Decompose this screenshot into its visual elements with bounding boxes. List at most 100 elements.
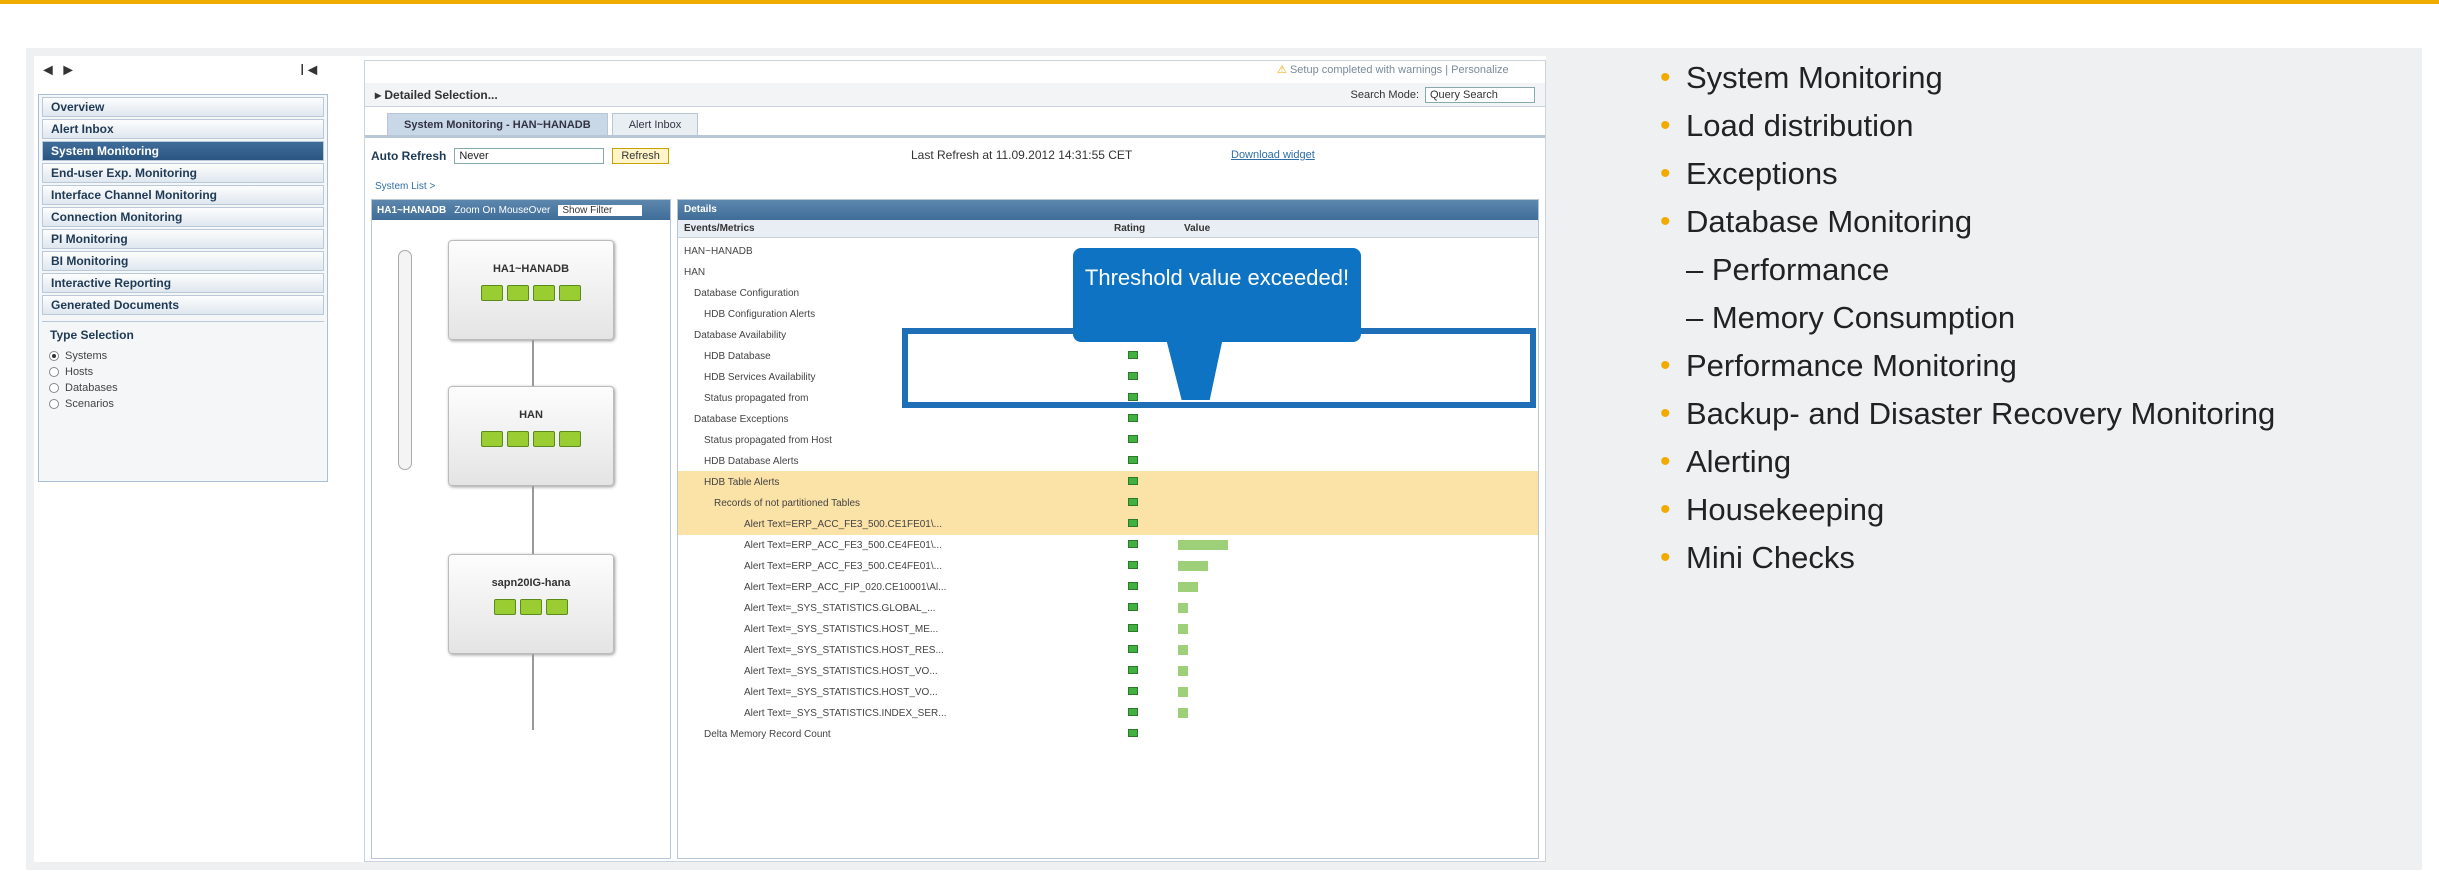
radio-icon[interactable]	[49, 351, 59, 361]
row-label: Delta Memory Record Count	[704, 728, 831, 740]
diagram-header: HA1~HANADB Zoom On MouseOver Show Filter	[372, 200, 670, 220]
tab-bar: System Monitoring - HAN~HANADB Alert Inbo…	[387, 113, 699, 135]
sidebar-item[interactable]: End-user Exp. Monitoring	[42, 163, 324, 183]
sidebar-item[interactable]: Generated Documents	[42, 295, 324, 315]
refresh-button[interactable]: Refresh	[612, 148, 669, 164]
table-row[interactable]: Alert Text=_SYS_STATISTICS.INDEX_SER...	[678, 702, 1538, 724]
rating-icon	[1128, 707, 1138, 716]
rating-cell	[1108, 560, 1178, 572]
bullet-icon: •	[1660, 397, 1671, 430]
table-row[interactable]: Alert Text=_SYS_STATISTICS.HOST_ME...	[678, 618, 1538, 640]
toolbar: Auto Refresh Never Refresh Last Refresh …	[371, 145, 1541, 167]
sidebar-item[interactable]: Alert Inbox	[42, 119, 324, 139]
sidebar-item[interactable]: PI Monitoring	[42, 229, 324, 249]
bullet-item: • Performance Monitoring	[1660, 348, 2420, 384]
node-sapn20ig-hana[interactable]: sapn20IG-hana	[448, 554, 614, 654]
table-row[interactable]: Alert Text=_SYS_STATISTICS.HOST_VO...	[678, 660, 1538, 682]
type-option[interactable]: Scenarios	[39, 396, 327, 412]
table-row[interactable]: Database Exceptions	[678, 408, 1538, 430]
sidebar-item[interactable]: Connection Monitoring	[42, 207, 324, 227]
search-mode-select[interactable]: Query Search	[1425, 87, 1535, 103]
row-label: Alert Text=ERP_ACC_FIP_020.CE10001\Al...	[744, 581, 947, 593]
rating-icon	[1128, 539, 1138, 548]
sidebar-item[interactable]: Interactive Reporting	[42, 273, 324, 293]
table-row[interactable]: Alert Text=ERP_ACC_FE3_500.CE4FE01\...	[678, 534, 1538, 556]
radio-icon[interactable]	[49, 399, 59, 409]
radio-icon[interactable]	[49, 367, 59, 377]
type-option[interactable]: Systems	[39, 348, 327, 364]
rating-icon	[1128, 518, 1138, 527]
rating-cell	[1108, 665, 1178, 677]
row-label: Alert Text=ERP_ACC_FE3_500.CE4FE01\...	[744, 560, 942, 572]
value-bar	[1178, 561, 1208, 571]
bullet-item: – Performance	[1660, 252, 2420, 288]
bullet-icon: •	[1660, 205, 1671, 238]
zoom-slider[interactable]	[398, 250, 412, 470]
node-ha1-hanadb[interactable]: HA1~HANADB	[448, 240, 614, 340]
table-row[interactable]: HDB Table Alerts	[678, 471, 1538, 493]
table-row[interactable]: Status propagated from Host	[678, 429, 1538, 451]
option-label: Scenarios	[65, 398, 114, 410]
bullet-icon: •	[1660, 349, 1671, 382]
threshold-callout: Threshold value exceeded!	[1073, 248, 1361, 342]
rating-icon	[1128, 665, 1138, 674]
collapse-icon[interactable]: I◄	[300, 62, 320, 80]
table-row[interactable]: Alert Text=ERP_ACC_FE3_500.CE1FE01\...	[678, 513, 1538, 535]
feature-list: • System Monitoring • Load distribution • Exc…	[1660, 60, 2420, 588]
auto-refresh-select[interactable]: Never	[454, 148, 605, 164]
bullet-text: Performance Monitoring	[1686, 348, 2017, 383]
connector-line	[532, 300, 534, 730]
value-bar	[1178, 687, 1188, 697]
zoom-toggle[interactable]: Zoom On MouseOver	[454, 205, 550, 216]
col-events: Events/Metrics	[684, 223, 755, 234]
node-han[interactable]: HAN	[448, 386, 614, 486]
sidebar: Overview Alert Inbox System Monitoring End-…	[38, 94, 328, 482]
search-mode-label: Search Mode:	[1350, 89, 1419, 101]
type-option[interactable]: Databases	[39, 380, 327, 396]
row-label: Alert Text=_SYS_STATISTICS.HOST_VO...	[744, 665, 938, 677]
rating-cell	[1108, 602, 1178, 614]
radio-icon[interactable]	[49, 383, 59, 393]
table-row[interactable]: HDB Database Alerts	[678, 450, 1538, 472]
bullet-item: • Housekeeping	[1660, 492, 2420, 528]
row-label: HDB Table Alerts	[704, 476, 780, 488]
value-bar	[1178, 624, 1188, 634]
breadcrumb[interactable]: System List >	[375, 181, 435, 192]
show-filter-select[interactable]: Show Filter	[558, 204, 643, 216]
sidebar-item[interactable]: Interface Channel Monitoring	[42, 185, 324, 205]
bullet-text: Exceptions	[1686, 156, 1838, 191]
table-row[interactable]: Alert Text=ERP_ACC_FIP_020.CE10001\Al...	[678, 576, 1538, 598]
rating-icon	[1128, 560, 1138, 569]
bullet-text: Database Monitoring	[1686, 204, 1973, 239]
table-row[interactable]: Delta Memory Record Count	[678, 723, 1538, 745]
rating-icon	[1128, 602, 1138, 611]
personalize-link[interactable]: Personalize	[1451, 64, 1508, 76]
type-option[interactable]: Hosts	[39, 364, 327, 380]
table-row[interactable]: Alert Text=_SYS_STATISTICS.HOST_RES...	[678, 639, 1538, 661]
table-row[interactable]: Alert Text=ERP_ACC_FE3_500.CE4FE01\...	[678, 555, 1538, 577]
table-row[interactable]: Alert Text=_SYS_STATISTICS.HOST_VO...	[678, 681, 1538, 703]
value-cell	[1178, 603, 1538, 613]
value-bar	[1178, 666, 1188, 676]
sidebar-item[interactable]: BI Monitoring	[42, 251, 324, 271]
bullet-icon: •	[1660, 61, 1671, 94]
bullet-icon: •	[1660, 541, 1671, 574]
download-widget-link[interactable]: Download widget	[1231, 149, 1315, 161]
bullet-text: Alerting	[1686, 444, 1792, 479]
top-accent-line	[0, 0, 2439, 4]
bullet-text: Load distribution	[1686, 108, 1914, 143]
table-row[interactable]: Records of not partitioned Tables	[678, 492, 1538, 514]
tab[interactable]: System Monitoring - HAN~HANADB	[387, 113, 608, 135]
tab-underline	[365, 135, 1545, 138]
sidebar-item[interactable]: System Monitoring	[42, 141, 324, 161]
nav-top-bar: ◄ ► I◄	[38, 60, 328, 84]
setup-text: Setup completed with warnings	[1289, 64, 1443, 76]
bullet-icon: •	[1660, 445, 1671, 478]
table-row[interactable]: Alert Text=_SYS_STATISTICS.GLOBAL_...	[678, 597, 1538, 619]
value-bar	[1178, 603, 1188, 613]
sidebar-item[interactable]: Overview	[42, 97, 324, 117]
tab[interactable]: Alert Inbox	[611, 113, 699, 135]
nav-arrows-icon[interactable]: ◄ ►	[40, 62, 76, 80]
value-bar	[1178, 708, 1188, 718]
details-header: Details	[678, 200, 1538, 220]
